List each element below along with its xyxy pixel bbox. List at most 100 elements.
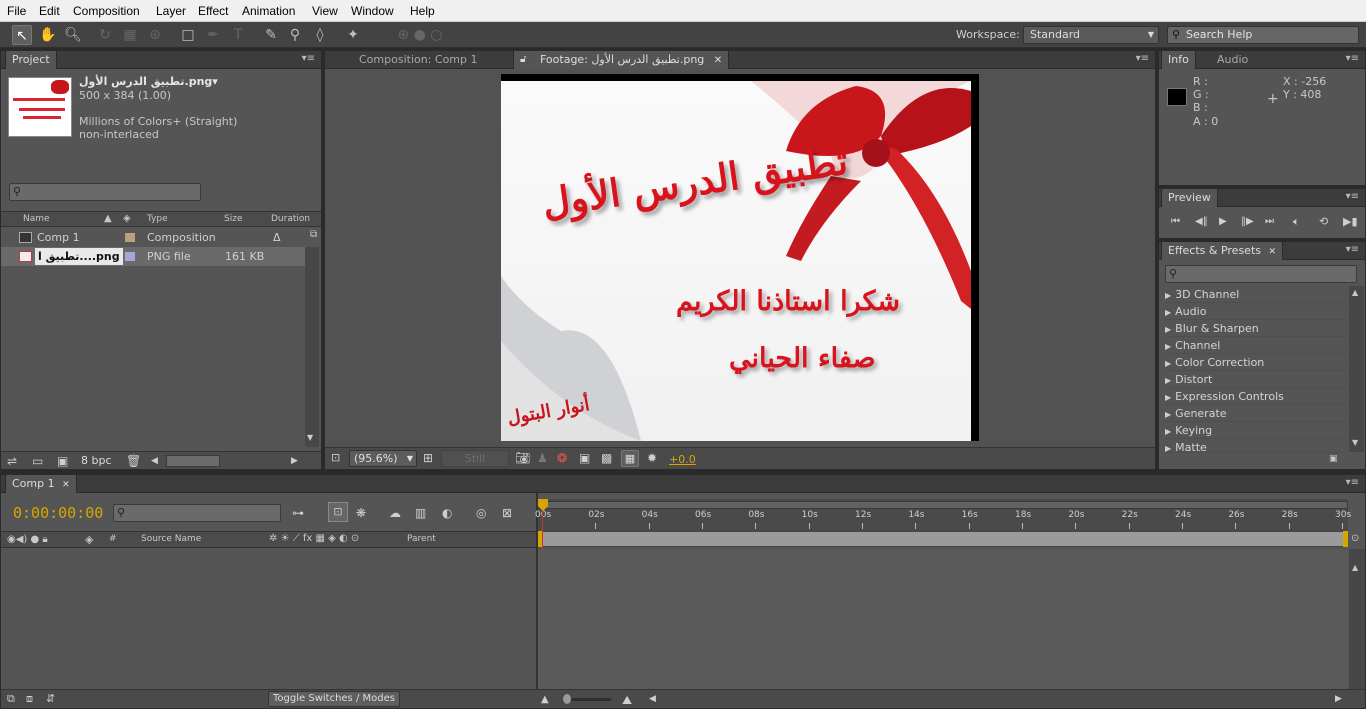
tab-preview[interactable]: Preview: [1161, 189, 1218, 207]
av-features-icons[interactable]: ◉◀) ● 🔒︎: [7, 534, 48, 545]
zoom-tool-icon[interactable]: 🔍︎: [63, 25, 83, 45]
region-of-interest-icon[interactable]: ▣: [579, 451, 590, 465]
effects-scrollbar[interactable]: ▲ ▼: [1349, 286, 1364, 452]
column-parent[interactable]: Parent: [407, 534, 436, 544]
motion-blur-icon[interactable]: ◐: [442, 506, 452, 520]
expand-triangle-icon[interactable]: ▶: [1165, 410, 1171, 419]
ram-preview-icon[interactable]: ▶▮: [1343, 215, 1358, 229]
next-frame-icon[interactable]: ‖▶: [1241, 215, 1254, 229]
comp-duration-bar[interactable]: [538, 531, 1348, 547]
effect-category-item[interactable]: ▶ Generate: [1165, 405, 1345, 422]
sort-arrow-icon[interactable]: ▲: [104, 213, 112, 224]
effect-category-item[interactable]: ▶ Keying: [1165, 422, 1345, 439]
work-area-end-handle[interactable]: [1343, 531, 1348, 547]
flowchart-icon[interactable]: ⧉: [310, 229, 317, 240]
column-type[interactable]: Type: [147, 214, 168, 224]
effect-category-item[interactable]: ▶ Blur & Sharpen: [1165, 320, 1345, 337]
menu-effect[interactable]: Effect: [198, 4, 228, 18]
pen-tool-icon[interactable]: ✒: [203, 25, 223, 45]
switches-icons[interactable]: ✲ ☀ ⟋ fx ▦ ◈ ◐ ⊙: [269, 533, 359, 544]
always-preview-icon[interactable]: ⊡: [331, 451, 340, 465]
expand-triangle-icon[interactable]: ▶: [1165, 427, 1171, 436]
bit-depth-button[interactable]: 8 bpc: [81, 454, 112, 467]
label-tag-icon[interactable]: ◈: [123, 213, 131, 224]
graph-editor-icon[interactable]: ⊠: [502, 506, 512, 520]
new-folder-icon[interactable]: ▭: [32, 454, 43, 468]
lock-icon[interactable]: 🔓︎: [520, 51, 526, 69]
show-snapshot-icon[interactable]: ♟: [537, 451, 548, 465]
tab-composition[interactable]: Composition: Comp 1: [353, 51, 484, 69]
scroll-right-icon[interactable]: ▶: [291, 454, 298, 468]
loop-icon[interactable]: ⟲: [1319, 215, 1328, 229]
title-action-safe-icon[interactable]: ⊞: [423, 451, 433, 465]
column-hash[interactable]: #: [109, 534, 117, 544]
menu-window[interactable]: Window: [351, 4, 394, 18]
trash-icon[interactable]: 🗑︎: [126, 454, 141, 468]
comp-markers-icon[interactable]: ⊙: [1351, 533, 1359, 544]
expand-triangle-icon[interactable]: ▶: [1165, 308, 1171, 317]
timeline-scrollbar[interactable]: ▲: [1349, 549, 1365, 689]
effect-category-item[interactable]: ▶ Channel: [1165, 337, 1345, 354]
camera-tool-icon[interactable]: ▦: [120, 25, 140, 45]
panel-menu-icon[interactable]: ▾≡: [302, 53, 315, 64]
new-preset-icon[interactable]: ▣: [1329, 454, 1338, 464]
footage-filename[interactable]: تطبيق الدرس الأول.png▾: [79, 75, 218, 88]
project-row-selected[interactable]: تطبيق ا....png PNG file 161 KB: [1, 247, 305, 266]
toggle-transfer-controls-icon[interactable]: ⧈: [26, 692, 33, 706]
close-icon[interactable]: ✕: [714, 55, 722, 66]
tab-project[interactable]: Project: [5, 51, 57, 69]
snapshot-camera-icon[interactable]: 📷︎: [515, 451, 530, 465]
interpret-footage-icon[interactable]: ⇌: [7, 454, 17, 468]
tab-footage[interactable]: 🔓︎ Footage: تطبيق الدرس الأول.png ✕: [513, 51, 730, 69]
tab-info[interactable]: Info: [1161, 51, 1196, 69]
expand-triangle-icon[interactable]: ▶: [1165, 291, 1171, 300]
menu-help[interactable]: Help: [410, 4, 435, 18]
transparency-grid-icon[interactable]: ▩: [601, 451, 612, 465]
label-color-swatch[interactable]: [125, 252, 135, 261]
effect-category-item[interactable]: ▶ 3D Channel: [1165, 286, 1345, 303]
effect-category-item[interactable]: ▶ Matte: [1165, 439, 1345, 454]
menu-animation[interactable]: Animation: [242, 4, 295, 18]
toggle-switches-modes-button[interactable]: Toggle Switches / Modes: [268, 691, 400, 707]
scroll-left-icon[interactable]: ◀: [151, 454, 158, 468]
menu-layer[interactable]: Layer: [156, 4, 186, 18]
expand-triangle-icon[interactable]: ▶: [1165, 444, 1171, 453]
timeline-track-area[interactable]: [538, 549, 1348, 689]
brainstorm-icon[interactable]: ◎: [476, 506, 486, 520]
play-icon[interactable]: ▶: [1219, 215, 1227, 229]
zoom-slider-thumb[interactable]: [563, 694, 571, 704]
expand-triangle-icon[interactable]: ▶: [1165, 393, 1171, 402]
still-field[interactable]: Still: [441, 450, 509, 467]
hide-shy-layers-icon[interactable]: ☁: [389, 506, 401, 520]
channels-icon[interactable]: ❂: [557, 451, 567, 465]
panel-menu-icon[interactable]: ▾≡: [1346, 244, 1359, 255]
draft-3d-icon[interactable]: ❋: [356, 506, 366, 520]
pan-behind-tool-icon[interactable]: ⊛: [145, 25, 165, 45]
previous-frame-icon[interactable]: ◀‖: [1195, 215, 1208, 229]
expand-triangle-icon[interactable]: ▶: [1165, 342, 1171, 351]
new-composition-icon[interactable]: ▣: [57, 454, 68, 468]
menu-file[interactable]: File: [7, 4, 26, 18]
work-area-bar[interactable]: [538, 501, 1348, 509]
column-size[interactable]: Size: [224, 214, 242, 224]
time-ruler[interactable]: 00s 02s 04s 06s 08s 10s 12s 14s 16s 18s 20s 22s 24s 2…: [535, 499, 1351, 531]
mute-audio-icon[interactable]: 🔈︎: [1293, 215, 1300, 229]
close-icon[interactable]: ✕: [1269, 247, 1277, 257]
effect-category-item[interactable]: ▶ Distort: [1165, 371, 1345, 388]
panel-menu-icon[interactable]: ▾≡: [1346, 53, 1359, 64]
effect-category-item[interactable]: ▶ Audio: [1165, 303, 1345, 320]
expand-triangle-icon[interactable]: ▶: [1165, 359, 1171, 368]
label-tag-icon[interactable]: ◈: [85, 533, 93, 546]
project-scrollbar[interactable]: ▼: [305, 247, 319, 447]
clone-stamp-tool-icon[interactable]: ⚲: [285, 25, 305, 45]
menu-edit[interactable]: Edit: [39, 4, 60, 18]
scroll-down-icon[interactable]: ▼: [307, 433, 313, 442]
scroll-up-icon[interactable]: ▲: [1352, 288, 1358, 297]
exposure-icon[interactable]: ✹: [647, 451, 657, 465]
label-color-swatch[interactable]: [125, 233, 135, 242]
live-update-icon[interactable]: ⊡: [328, 502, 348, 522]
horizontal-scroll-thumb[interactable]: [166, 455, 220, 467]
hand-tool-icon[interactable]: ✋: [38, 25, 58, 45]
layer-list-area[interactable]: [1, 549, 536, 689]
column-duration[interactable]: Duration: [271, 214, 310, 224]
